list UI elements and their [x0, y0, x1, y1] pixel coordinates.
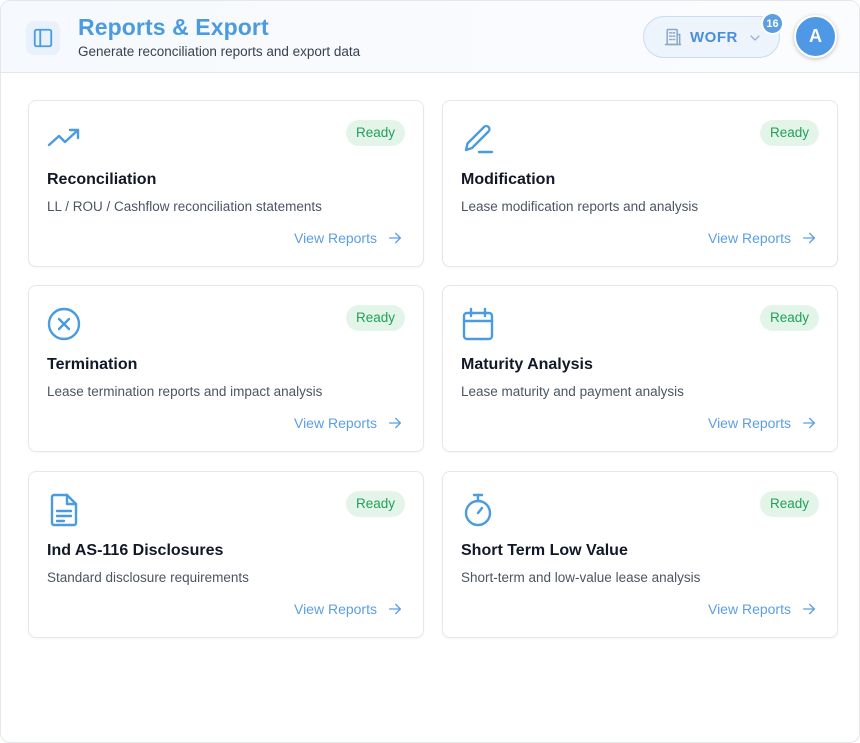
card-title: Reconciliation: [47, 171, 157, 188]
card-title: Termination: [47, 356, 138, 373]
calendar-icon: [462, 307, 494, 341]
report-card-modification[interactable]: Ready Modification Lease modification re…: [442, 100, 838, 267]
card-description: Short-term and low-value lease analysis: [461, 570, 701, 585]
report-card-reconciliation[interactable]: Ready Reconciliation LL / ROU / Cashflow…: [28, 100, 424, 267]
pen-icon: [464, 124, 494, 154]
card-description: LL / ROU / Cashflow reconciliation state…: [47, 199, 322, 214]
arrow-right-icon: [389, 417, 401, 429]
view-reports-label: View Reports: [293, 601, 377, 617]
page-header: Reports & Export Generate reconciliation…: [1, 1, 859, 73]
report-card-short-term-low-value[interactable]: Ready Short Term Low Value Short-term an…: [442, 471, 838, 638]
status-badge: Ready: [759, 120, 819, 146]
status-badge: Ready: [345, 491, 405, 517]
arrow-right-icon: [389, 603, 401, 615]
card-title: Modification: [461, 171, 556, 188]
card-description: Standard disclosure requirements: [47, 570, 249, 585]
organization-name: WOFR: [690, 29, 738, 46]
chevron-down-icon: [750, 35, 760, 41]
card-description: Lease termination reports and impact ana…: [47, 384, 323, 399]
stopwatch-icon: [464, 493, 492, 527]
organization-count-badge: 16: [763, 14, 782, 33]
status-badge: Ready: [759, 305, 819, 331]
document-icon: [50, 493, 78, 527]
view-reports-link[interactable]: View Reports: [294, 230, 403, 246]
page-subtitle: Generate reconciliation reports and expo…: [78, 44, 361, 59]
sidebar-icon: [33, 28, 53, 48]
card-title: Short Term Low Value: [461, 542, 628, 559]
view-reports-link[interactable]: View Reports: [708, 601, 817, 617]
arrow-right-icon: [389, 232, 401, 244]
building-icon: [664, 28, 682, 46]
report-card-disclosures[interactable]: Ready Ind AS-116 Disclosures Standard di…: [28, 471, 424, 638]
card-description: Lease maturity and payment analysis: [461, 384, 684, 399]
report-card-maturity-analysis[interactable]: Ready Maturity Analysis Lease maturity a…: [442, 285, 838, 452]
view-reports-label: View Reports: [707, 230, 791, 246]
page-title: Reports & Export: [78, 14, 269, 40]
app-window: Reports & Export Generate reconciliation…: [0, 0, 860, 743]
card-title: Maturity Analysis: [461, 356, 593, 373]
arrow-right-icon: [803, 603, 815, 615]
status-badge: Ready: [345, 120, 405, 146]
view-reports-label: View Reports: [707, 601, 791, 617]
view-reports-link[interactable]: View Reports: [708, 230, 817, 246]
x-circle-icon: [47, 307, 81, 341]
sidebar-toggle-button[interactable]: [26, 21, 60, 55]
arrow-right-icon: [803, 232, 815, 244]
trending-up-icon: [47, 128, 80, 147]
view-reports-label: View Reports: [707, 415, 791, 431]
view-reports-link[interactable]: View Reports: [294, 601, 403, 617]
user-avatar[interactable]: A: [794, 15, 837, 58]
view-reports-label: View Reports: [293, 230, 377, 246]
report-card-termination[interactable]: Ready Termination Lease termination repo…: [28, 285, 424, 452]
view-reports-link[interactable]: View Reports: [708, 415, 817, 431]
arrow-right-icon: [803, 417, 815, 429]
view-reports-link[interactable]: View Reports: [294, 415, 403, 431]
organization-select[interactable]: WOFR: [643, 16, 780, 58]
card-description: Lease modification reports and analysis: [461, 199, 699, 214]
card-title: Ind AS-116 Disclosures: [47, 542, 224, 559]
view-reports-label: View Reports: [293, 415, 377, 431]
status-badge: Ready: [759, 491, 819, 517]
status-badge: Ready: [345, 305, 405, 331]
